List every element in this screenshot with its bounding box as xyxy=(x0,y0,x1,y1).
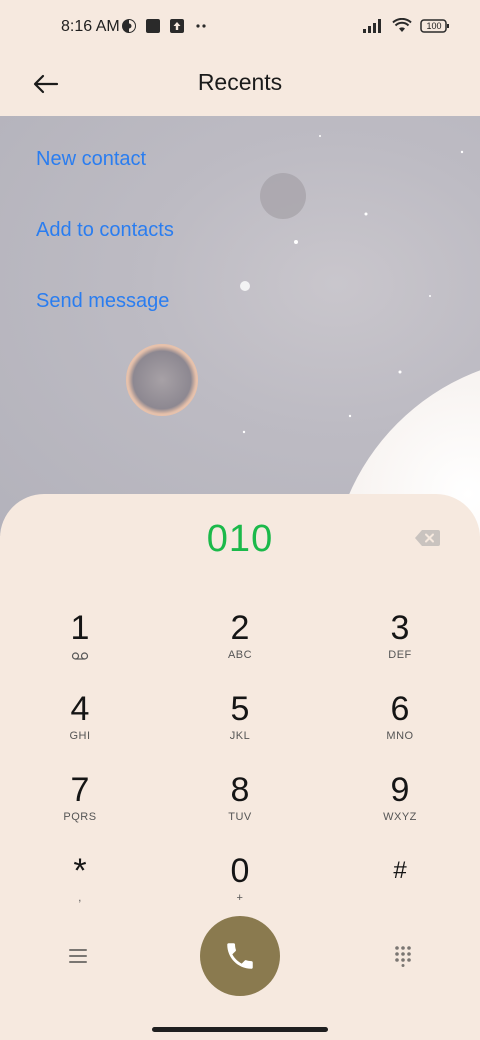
key-digit: 5 xyxy=(230,690,250,728)
key-letters: , xyxy=(78,892,82,904)
menu-button[interactable] xyxy=(66,944,90,968)
home-indicator[interactable] xyxy=(152,1027,328,1032)
more-dots-icon xyxy=(193,18,209,39)
key-letters: TUV xyxy=(228,811,252,823)
key-7[interactable]: 7 PQRS xyxy=(20,770,140,842)
key-digit: 7 xyxy=(70,771,90,809)
key-digit: 1 xyxy=(70,609,90,647)
key-letters: PQRS xyxy=(63,811,97,823)
status-bar: 8:16 AM 100 xyxy=(0,0,480,56)
signal-icon xyxy=(362,18,384,39)
key-5[interactable]: 5 JKL xyxy=(180,689,300,761)
backspace-icon xyxy=(415,530,440,546)
key-letters: GHI xyxy=(69,730,91,742)
key-letters: MNO xyxy=(386,730,414,742)
key-3[interactable]: 3 DEF xyxy=(340,608,460,680)
page-title: Recents xyxy=(197,69,283,95)
menu-icon xyxy=(69,949,87,963)
battery-icon: 100 xyxy=(420,18,450,39)
key-star[interactable]: * , xyxy=(20,851,140,923)
space-wallpaper xyxy=(126,135,480,536)
battery-level: 100 xyxy=(426,21,442,31)
wifi-icon xyxy=(392,17,412,39)
key-letters: + xyxy=(236,892,244,904)
key-digit: # xyxy=(393,857,407,884)
send-message-link[interactable]: Send message xyxy=(36,290,169,313)
voicemail-icon xyxy=(71,652,89,660)
status-time: 8:16 AM xyxy=(61,18,120,35)
key-hash[interactable]: # xyxy=(340,851,460,923)
new-contact-link[interactable]: New contact xyxy=(36,148,146,171)
key-letters: ABC xyxy=(227,649,253,661)
key-digit: 9 xyxy=(390,771,410,809)
key-letters: JKL xyxy=(229,730,251,742)
vpn-icon xyxy=(121,18,137,39)
key-2[interactable]: 2 ABC xyxy=(180,608,300,680)
backspace-button[interactable] xyxy=(413,527,441,549)
navigation-bar xyxy=(0,1020,480,1040)
key-4[interactable]: 4 GHI xyxy=(20,689,140,761)
status-left-icons xyxy=(121,18,209,39)
key-6[interactable]: 6 MNO xyxy=(340,689,460,761)
add-to-contacts-link[interactable]: Add to contacts xyxy=(36,219,174,242)
phone-icon xyxy=(227,943,253,969)
dialer-bottom-bar xyxy=(0,916,480,996)
dialpad-toggle-button[interactable] xyxy=(392,945,414,967)
key-digit: 8 xyxy=(230,771,250,809)
key-letters: DEF xyxy=(388,649,412,661)
key-digit: 6 xyxy=(390,690,410,728)
key-digit: 0 xyxy=(230,852,250,890)
dialpad-icon xyxy=(395,946,411,967)
key-0[interactable]: 0 + xyxy=(180,851,300,923)
wallpaper-background xyxy=(0,116,480,536)
key-1[interactable]: 1 xyxy=(20,608,140,680)
key-9[interactable]: 9 WXYZ xyxy=(340,770,460,842)
key-digit: 3 xyxy=(390,609,410,647)
status-right-icons: 100 xyxy=(362,17,450,39)
key-8[interactable]: 8 TUV xyxy=(180,770,300,842)
app-square-icon xyxy=(145,18,161,39)
key-digit: * xyxy=(73,852,87,890)
upload-icon xyxy=(169,18,185,39)
key-digit: 2 xyxy=(230,609,250,647)
dialed-number: 010 xyxy=(206,518,274,560)
key-digit: 4 xyxy=(70,690,90,728)
top-app-bar: Recents xyxy=(0,56,480,116)
key-letters: WXYZ xyxy=(383,811,417,823)
call-button[interactable] xyxy=(200,916,280,996)
